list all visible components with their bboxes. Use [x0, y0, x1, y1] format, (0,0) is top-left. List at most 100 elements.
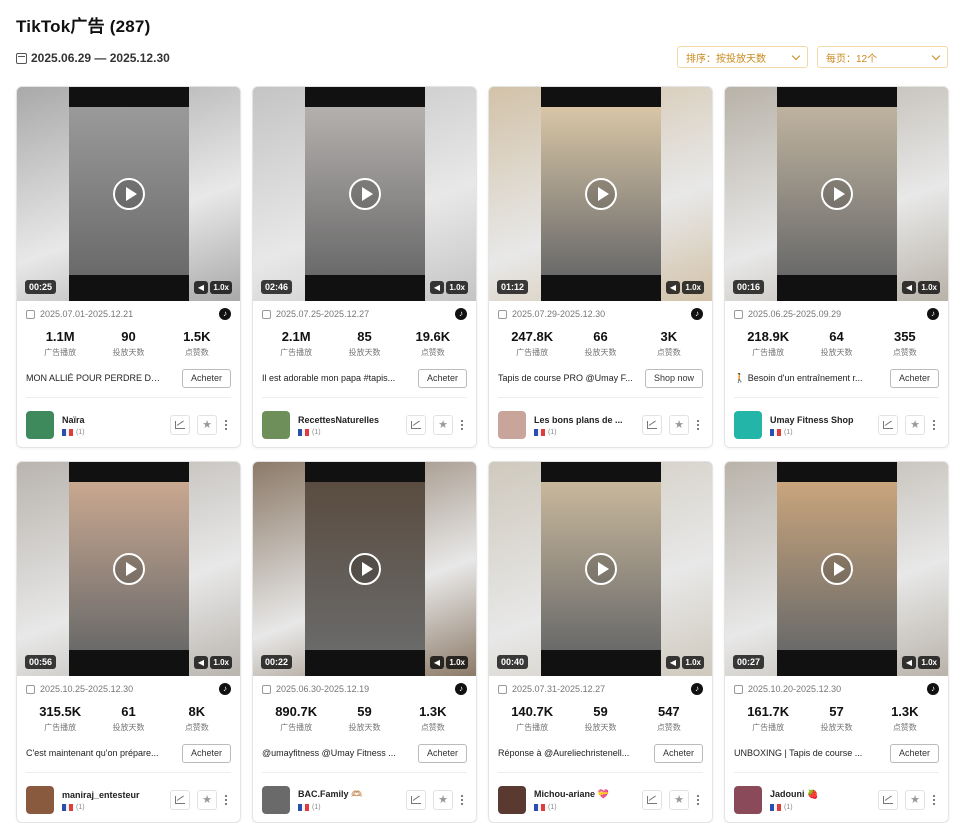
- analytics-button[interactable]: [170, 790, 190, 810]
- analytics-button[interactable]: [406, 790, 426, 810]
- tiktok-icon: ♪: [927, 308, 939, 320]
- playback-speed[interactable]: 1.0x: [446, 656, 468, 669]
- play-icon[interactable]: [348, 553, 381, 585]
- play-icon[interactable]: [584, 178, 617, 210]
- cta-button[interactable]: Acheter: [417, 368, 467, 388]
- mute-icon[interactable]: ◀: [666, 656, 680, 669]
- page-size-select[interactable]: 每页：12个: [817, 46, 948, 68]
- analytics-button[interactable]: [642, 790, 662, 810]
- favorite-button[interactable]: ★: [905, 790, 925, 810]
- ad-card[interactable]: 00:16 ◀ 1.0x 2025.06.25-2025.09.29 ♪ 218…: [724, 86, 949, 448]
- more-options-icon[interactable]: [929, 795, 939, 805]
- playback-speed[interactable]: 1.0x: [918, 281, 940, 294]
- play-icon[interactable]: [348, 178, 381, 210]
- favorite-button[interactable]: ★: [197, 790, 217, 810]
- favorite-button[interactable]: ★: [197, 415, 217, 435]
- more-options-icon[interactable]: [693, 420, 703, 430]
- advertiser-name[interactable]: Umay Fitness Shop: [770, 415, 860, 425]
- avatar[interactable]: [262, 411, 290, 439]
- divider: [26, 772, 231, 773]
- analytics-button[interactable]: [878, 790, 898, 810]
- stat-likes: 8K 点赞数: [163, 704, 231, 733]
- video-preview[interactable]: 00:16 ◀ 1.0x: [725, 87, 948, 301]
- avatar[interactable]: [734, 786, 762, 814]
- playback-speed[interactable]: 1.0x: [682, 281, 704, 294]
- advertiser-name[interactable]: RecettesNaturelles: [298, 415, 388, 425]
- advertiser-name[interactable]: Les bons plans de ...: [534, 415, 624, 425]
- favorite-button[interactable]: ★: [905, 415, 925, 435]
- analytics-button[interactable]: [170, 415, 190, 435]
- analytics-button[interactable]: [878, 415, 898, 435]
- video-preview[interactable]: 00:40 ◀ 1.0x: [489, 462, 712, 676]
- play-icon[interactable]: [112, 178, 145, 210]
- mute-icon[interactable]: ◀: [430, 656, 444, 669]
- more-options-icon[interactable]: [221, 420, 231, 430]
- favorite-button[interactable]: ★: [669, 415, 689, 435]
- advertiser-name[interactable]: Naïra: [62, 415, 152, 425]
- france-flag-icon: [770, 804, 782, 811]
- mute-icon[interactable]: ◀: [430, 281, 444, 294]
- cta-button[interactable]: Acheter: [889, 743, 939, 763]
- avatar[interactable]: [26, 411, 54, 439]
- advertiser-name[interactable]: BAC.Family 🫶🏼: [298, 789, 388, 800]
- video-preview[interactable]: 00:27 ◀ 1.0x: [725, 462, 948, 676]
- ad-card[interactable]: 00:22 ◀ 1.0x 2025.06.30-2025.12.19 ♪ 890…: [252, 461, 477, 823]
- advertiser-name[interactable]: Jadouni 🍓: [770, 789, 860, 800]
- play-icon[interactable]: [112, 553, 145, 585]
- more-options-icon[interactable]: [693, 795, 703, 805]
- play-icon[interactable]: [820, 178, 853, 210]
- playback-speed[interactable]: 1.0x: [918, 656, 940, 669]
- cta-button[interactable]: Acheter: [889, 368, 939, 388]
- playback-speed[interactable]: 1.0x: [682, 656, 704, 669]
- cta-button[interactable]: Acheter: [181, 368, 231, 388]
- cta-button[interactable]: Shop now: [644, 368, 703, 388]
- video-preview[interactable]: 00:25 ◀ 1.0x: [17, 87, 240, 301]
- advertiser-country: (1): [298, 428, 399, 436]
- video-preview[interactable]: 00:56 ◀ 1.0x: [17, 462, 240, 676]
- mute-icon[interactable]: ◀: [666, 281, 680, 294]
- mute-icon[interactable]: ◀: [902, 281, 916, 294]
- ad-card[interactable]: 00:56 ◀ 1.0x 2025.10.25-2025.12.30 ♪ 315…: [16, 461, 241, 823]
- stat-days-label: 投放天数: [584, 348, 617, 357]
- playback-speed[interactable]: 1.0x: [210, 656, 232, 669]
- analytics-button[interactable]: [642, 415, 662, 435]
- mute-icon[interactable]: ◀: [194, 281, 208, 294]
- mute-icon[interactable]: ◀: [194, 656, 208, 669]
- more-options-icon[interactable]: [929, 420, 939, 430]
- video-preview[interactable]: 01:12 ◀ 1.0x: [489, 87, 712, 301]
- favorite-button[interactable]: ★: [669, 790, 689, 810]
- ad-card[interactable]: 02:46 ◀ 1.0x 2025.07.25-2025.12.27 ♪ 2.1…: [252, 86, 477, 448]
- ad-caption: Tapis de course PRO @Umay F...: [498, 373, 633, 383]
- stat-plays: 2.1M 广告播放: [262, 329, 330, 358]
- more-options-icon[interactable]: [221, 795, 231, 805]
- analytics-button[interactable]: [406, 415, 426, 435]
- playback-speed[interactable]: 1.0x: [210, 281, 232, 294]
- cta-button[interactable]: Acheter: [653, 743, 703, 763]
- avatar[interactable]: [26, 786, 54, 814]
- mute-icon[interactable]: ◀: [902, 656, 916, 669]
- ad-card[interactable]: 00:25 ◀ 1.0x 2025.07.01-2025.12.21 ♪ 1.1…: [16, 86, 241, 448]
- cta-button[interactable]: Acheter: [417, 743, 467, 763]
- avatar[interactable]: [498, 786, 526, 814]
- ad-card[interactable]: 00:27 ◀ 1.0x 2025.10.20-2025.12.30 ♪ 161…: [724, 461, 949, 823]
- more-options-icon[interactable]: [457, 795, 467, 805]
- advertiser-name[interactable]: maniraj_entesteur: [62, 790, 152, 800]
- video-preview[interactable]: 00:22 ◀ 1.0x: [253, 462, 476, 676]
- ad-card[interactable]: 00:40 ◀ 1.0x 2025.07.31-2025.12.27 ♪ 140…: [488, 461, 713, 823]
- play-icon[interactable]: [820, 553, 853, 585]
- avatar[interactable]: [262, 786, 290, 814]
- favorite-button[interactable]: ★: [433, 415, 453, 435]
- favorite-button[interactable]: ★: [433, 790, 453, 810]
- play-icon[interactable]: [584, 553, 617, 585]
- more-options-icon[interactable]: [457, 420, 467, 430]
- stat-days-value: 61: [121, 704, 136, 719]
- playback-speed[interactable]: 1.0x: [446, 281, 468, 294]
- tiktok-icon: ♪: [691, 308, 703, 320]
- sort-select[interactable]: 排序：按投放天数: [677, 46, 808, 68]
- ad-card[interactable]: 01:12 ◀ 1.0x 2025.07.29-2025.12.30 ♪ 247…: [488, 86, 713, 448]
- advertiser-name[interactable]: Michou-ariane 💝: [534, 789, 624, 800]
- video-preview[interactable]: 02:46 ◀ 1.0x: [253, 87, 476, 301]
- avatar[interactable]: [498, 411, 526, 439]
- cta-button[interactable]: Acheter: [181, 743, 231, 763]
- avatar[interactable]: [734, 411, 762, 439]
